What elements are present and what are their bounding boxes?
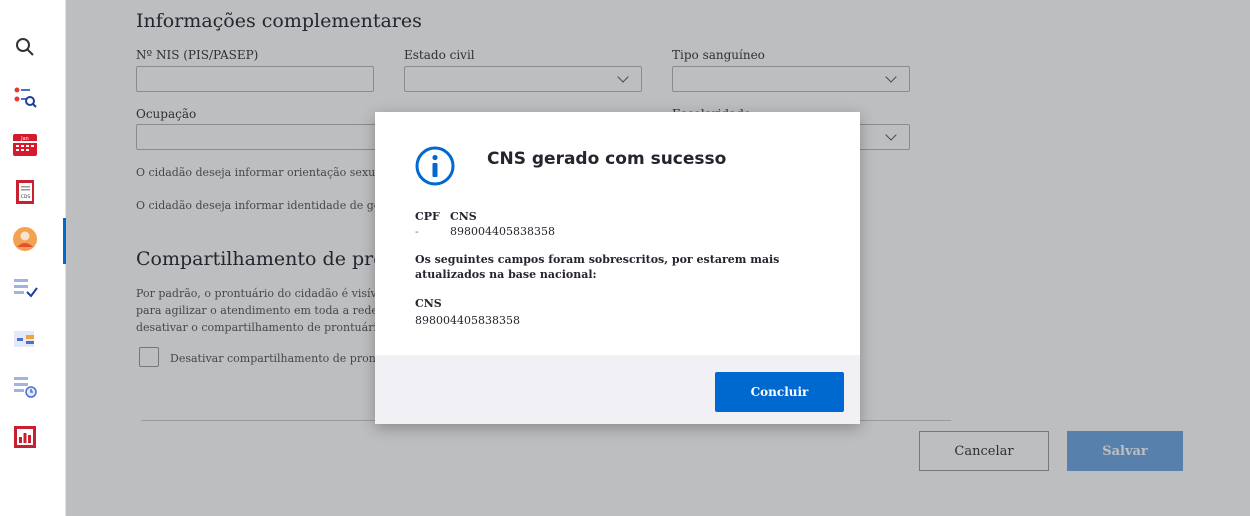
overwritten-field-label: CNS	[415, 297, 442, 310]
modal-title: CNS gerado com sucesso	[487, 149, 727, 169]
cpf-label: CPF	[415, 210, 440, 223]
calendar-icon[interactable]: Jan	[8, 128, 42, 162]
citizen-search-icon[interactable]	[8, 80, 42, 114]
calendar-month: Jan	[20, 136, 29, 142]
list-clock-icon[interactable]	[8, 370, 42, 404]
info-icon	[415, 146, 455, 186]
conclude-button[interactable]: Concluir	[715, 372, 844, 412]
list-check-icon[interactable]	[8, 272, 42, 306]
overwrite-message: Os seguintes campos foram sobrescritos, …	[415, 253, 780, 281]
report-chart-icon[interactable]	[8, 420, 42, 454]
search-icon[interactable]	[8, 30, 42, 64]
records-icon[interactable]: CDS	[8, 175, 42, 209]
success-modal: CNS gerado com sucesso CPF - CNS 8980044…	[375, 112, 860, 424]
cns-label: CNS	[450, 210, 477, 223]
cns-value: 898004405838358	[450, 225, 555, 238]
sidebar: Jan CDS	[0, 0, 66, 516]
citizen-icon[interactable]	[8, 222, 42, 256]
records-label: CDS	[21, 194, 31, 200]
list-tag-icon[interactable]	[8, 322, 42, 356]
cpf-value: -	[415, 225, 419, 238]
overwritten-field-value: 898004405838358	[415, 314, 520, 327]
